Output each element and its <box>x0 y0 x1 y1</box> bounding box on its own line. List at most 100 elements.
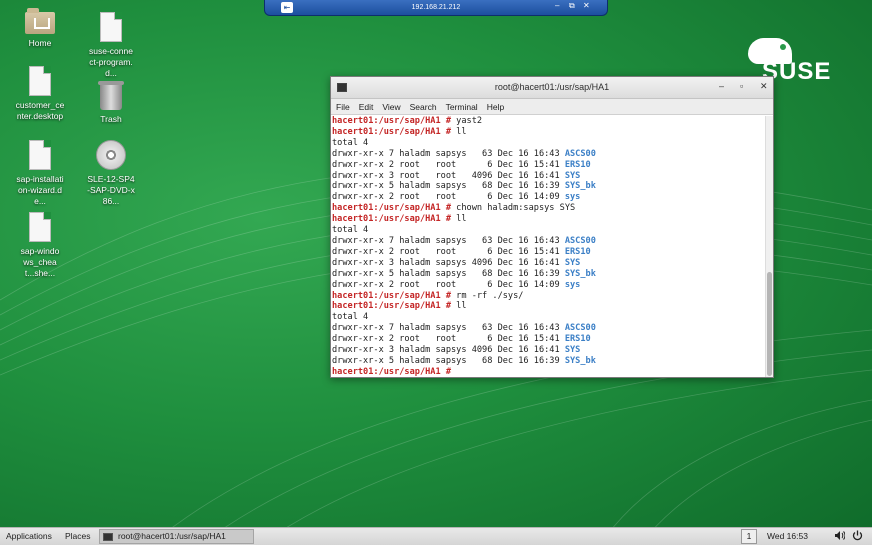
shell-prompt: hacert01:/usr/sap/HA1 # <box>332 290 451 301</box>
clock[interactable]: Wed 16:53 <box>767 531 808 541</box>
directory-name: ERS10 <box>564 159 591 170</box>
terminal-icon <box>103 533 113 541</box>
terminal-line: hacert01:/usr/sap/HA1 # yast2 <box>332 116 764 127</box>
terminal-line: drwxr-xr-x 7 haladm sapsys 63 Dec 16 16:… <box>332 149 764 160</box>
workspace-switcher[interactable]: 1 <box>741 529 757 544</box>
directory-name: sys <box>564 192 581 203</box>
directory-name: sys <box>564 279 581 290</box>
terminal-line: drwxr-xr-x 2 root root 6 Dec 16 15:41 ER… <box>332 334 764 345</box>
terminal-line: hacert01:/usr/sap/HA1 # rm -rf ./sys/ <box>332 291 764 302</box>
remote-minimize-button[interactable]: – <box>555 1 559 10</box>
shell-command: ll <box>451 214 467 225</box>
desktop-icon-sap-installation-wizard[interactable]: sap-installation-wizard.de... <box>5 140 75 207</box>
terminal-line: drwxr-xr-x 5 haladm sapsys 68 Dec 16 16:… <box>332 181 764 192</box>
trash-icon <box>98 81 124 110</box>
output-text: drwxr-xr-x 3 haladm sapsys 4096 Dec 16 1… <box>332 257 565 268</box>
terminal-line: total 4 <box>332 225 764 236</box>
document-icon <box>29 66 51 96</box>
directory-name: SYS <box>564 257 581 268</box>
applications-menu[interactable]: Applications <box>6 531 52 541</box>
terminal-line: drwxr-xr-x 7 haladm sapsys 63 Dec 16 16:… <box>332 323 764 334</box>
directory-name: SYS <box>564 170 581 181</box>
remote-restore-button[interactable]: ⧉ <box>569 1 575 11</box>
shell-command: chown haladm:sapsys SYS <box>451 203 576 214</box>
shell-command: yast2 <box>451 116 483 126</box>
output-text: total 4 <box>332 225 369 236</box>
desktop-icon-label: SLE-12-SP4-SAP-DVD-x86... <box>87 174 135 206</box>
maximize-button[interactable]: ▫ <box>740 81 743 91</box>
terminal-line: total 4 <box>332 138 764 149</box>
scrollbar-thumb[interactable] <box>767 272 772 376</box>
output-text: drwxr-xr-x 7 haladm sapsys 63 Dec 16 16:… <box>332 148 565 159</box>
output-text: drwxr-xr-x 5 haladm sapsys 68 Dec 16 16:… <box>332 355 565 366</box>
terminal-output[interactable]: hacert01:/usr/sap/HA1 # yast2 hacert01:/u… <box>331 116 765 377</box>
directory-name: ERS10 <box>564 246 591 257</box>
menu-edit[interactable]: Edit <box>359 102 374 112</box>
directory-name: SYS <box>564 345 581 356</box>
output-text: drwxr-xr-x 2 root root 6 Dec 16 15:41 <box>332 159 565 170</box>
terminal-line: hacert01:/usr/sap/HA1 # <box>332 367 764 377</box>
shell-prompt: hacert01:/usr/sap/HA1 # <box>332 126 451 137</box>
output-text: total 4 <box>332 137 369 148</box>
output-text: drwxr-xr-x 2 root root 6 Dec 16 14:09 <box>332 192 565 203</box>
menu-search[interactable]: Search <box>410 102 437 112</box>
menu-file[interactable]: File <box>336 102 350 112</box>
directory-name: SYS_bk <box>564 355 596 366</box>
output-text: drwxr-xr-x 2 root root 6 Dec 16 14:09 <box>332 279 565 290</box>
desktop-icon-home[interactable]: Home <box>5 8 75 49</box>
minimize-button[interactable]: – <box>719 81 724 91</box>
terminal-line: drwxr-xr-x 3 haladm sapsys 4096 Dec 16 1… <box>332 258 764 269</box>
document-icon <box>29 212 51 242</box>
directory-name: SYS_bk <box>564 268 596 279</box>
output-text: drwxr-xr-x 3 root root 4096 Dec 16 16:41 <box>332 170 565 181</box>
power-icon[interactable] <box>852 530 863 543</box>
output-text: total 4 <box>332 312 369 323</box>
output-text: drwxr-xr-x 7 haladm sapsys 63 Dec 16 16:… <box>332 235 565 246</box>
shell-prompt: hacert01:/usr/sap/HA1 # <box>332 116 451 126</box>
remote-connection-bar: ⇤ 192.168.21.212 – ⧉ ✕ <box>264 0 608 16</box>
menu-terminal[interactable]: Terminal <box>446 102 478 112</box>
terminal-line: drwxr-xr-x 3 haladm sapsys 4096 Dec 16 1… <box>332 345 764 356</box>
volume-icon[interactable] <box>834 530 846 543</box>
menu-help[interactable]: Help <box>487 102 504 112</box>
folder-home-icon <box>25 8 55 34</box>
desktop-icon-label: sap-installation-wizard.de... <box>16 174 64 206</box>
desktop-icon-trash[interactable]: Trash <box>76 81 146 125</box>
terminal-line: drwxr-xr-x 2 root root 6 Dec 16 14:09 sy… <box>332 280 764 291</box>
terminal-line: drwxr-xr-x 2 root root 6 Dec 16 14:09 sy… <box>332 192 764 203</box>
output-text: drwxr-xr-x 2 root root 6 Dec 16 15:41 <box>332 246 565 257</box>
remote-close-button[interactable]: ✕ <box>583 1 590 10</box>
pin-icon[interactable]: ⇤ <box>281 2 293 13</box>
terminal-scrollbar[interactable] <box>765 116 773 377</box>
terminal-window[interactable]: root@hacert01:/usr/sap/HA1 – ▫ ✕ File Ed… <box>330 76 774 378</box>
document-icon <box>29 140 51 170</box>
desktop-icon-customer-center[interactable]: customer_center.desktop <box>5 66 75 122</box>
shell-command: rm -rf ./sys/ <box>451 290 524 301</box>
terminal-line: drwxr-xr-x 5 haladm sapsys 68 Dec 16 16:… <box>332 269 764 280</box>
suse-logo: SUSE <box>748 38 830 85</box>
directory-name: ASCS00 <box>564 323 596 334</box>
terminal-titlebar[interactable]: root@hacert01:/usr/sap/HA1 – ▫ ✕ <box>331 77 773 99</box>
terminal-line: drwxr-xr-x 2 root root 6 Dec 16 15:41 ER… <box>332 160 764 171</box>
taskbar-task-label: root@hacert01:/usr/sap/HA1 <box>118 531 226 541</box>
desktop-icon-sle-dvd[interactable]: SLE-12-SP4-SAP-DVD-x86... <box>76 140 146 207</box>
desktop-icon-sap-windows-cheatsheet[interactable]: sap-windows_cheat...she... <box>5 212 75 279</box>
close-button[interactable]: ✕ <box>760 81 768 92</box>
terminal-line: hacert01:/usr/sap/HA1 # ll <box>332 301 764 312</box>
terminal-line: drwxr-xr-x 7 haladm sapsys 63 Dec 16 16:… <box>332 236 764 247</box>
directory-name: ASCS00 <box>564 148 596 159</box>
remote-host-label: 192.168.21.212 <box>411 4 461 11</box>
desktop-icon-label: Home <box>28 38 52 48</box>
output-text: drwxr-xr-x 5 haladm sapsys 68 Dec 16 16:… <box>332 181 565 192</box>
desktop-icon-label: suse-connect-program.d... <box>89 46 133 78</box>
desktop-icon-suse-connect[interactable]: suse-connect-program.d... <box>76 12 146 79</box>
shell-prompt: hacert01:/usr/sap/HA1 # <box>332 214 451 225</box>
directory-name: SYS_bk <box>564 181 596 192</box>
output-text: drwxr-xr-x 3 haladm sapsys 4096 Dec 16 1… <box>332 345 565 356</box>
window-title: root@hacert01:/usr/sap/HA1 <box>494 82 610 92</box>
taskbar-terminal-task[interactable]: root@hacert01:/usr/sap/HA1 <box>99 529 254 544</box>
terminal-line: total 4 <box>332 312 764 323</box>
places-menu[interactable]: Places <box>65 531 91 541</box>
menu-view[interactable]: View <box>382 102 400 112</box>
shell-command: ll <box>451 301 467 312</box>
